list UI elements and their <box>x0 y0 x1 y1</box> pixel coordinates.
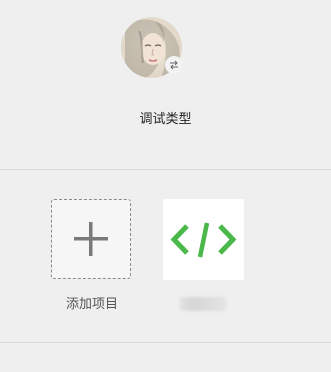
code-project-label-blurred <box>180 297 226 311</box>
code-brackets-icon <box>170 222 237 258</box>
top-divider <box>0 169 331 170</box>
bottom-divider <box>0 342 331 343</box>
swap-arrows-icon[interactable] <box>165 56 183 74</box>
debug-type-title: 调试类型 <box>139 112 192 127</box>
avatar-switch[interactable] <box>121 17 183 78</box>
plus-icon <box>74 222 108 256</box>
code-project-card[interactable] <box>163 199 244 280</box>
add-project-label: 添加项目 <box>65 297 118 312</box>
add-project-button[interactable] <box>51 199 131 279</box>
